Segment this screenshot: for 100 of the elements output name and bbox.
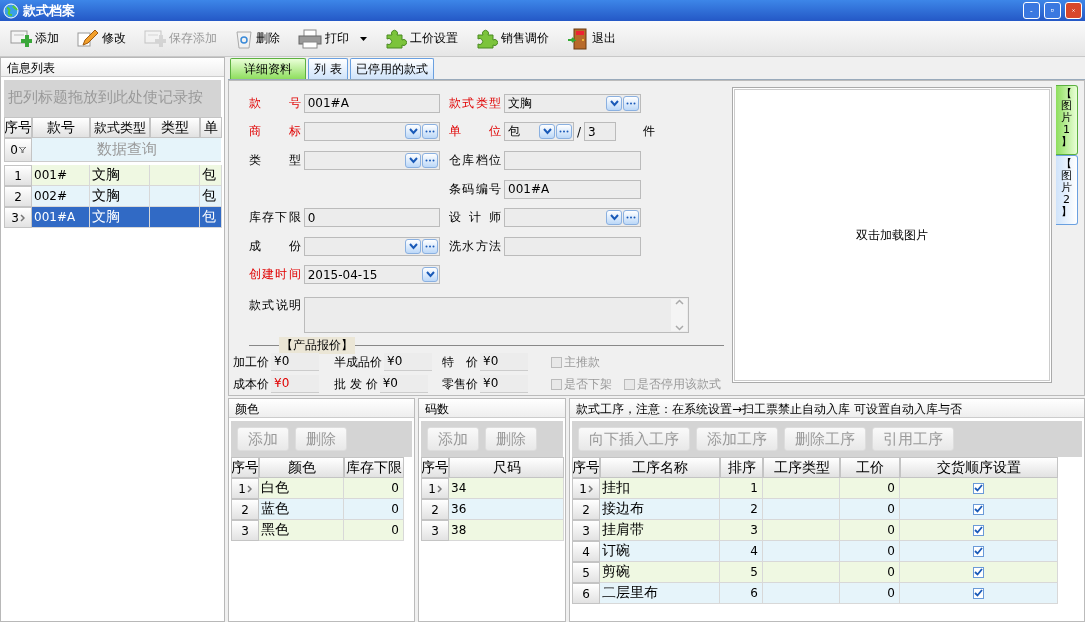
table-cell: 蓝色 (259, 499, 344, 520)
dropdown-field[interactable]: 文胸 (504, 93, 641, 113)
pencil-icon (77, 28, 99, 49)
close-button[interactable] (1065, 2, 1082, 19)
checkbox[interactable] (973, 587, 984, 599)
tab[interactable]: 已停用的款式 (349, 58, 434, 79)
column-header[interactable]: 款式类型 (90, 117, 150, 138)
field-label: 成份 (249, 237, 301, 255)
dropdown-button[interactable] (422, 267, 438, 283)
column-header[interactable]: 工序名称 (600, 457, 720, 478)
toolbar-button[interactable]: 修改 (75, 26, 128, 51)
section-title: 【产品报价】 (279, 336, 355, 354)
ellipsis-icon (425, 130, 435, 134)
maximize-button[interactable] (1044, 2, 1061, 19)
input-field[interactable]: 0 (303, 208, 440, 228)
dropdown-button[interactable] (606, 210, 622, 226)
column-header[interactable]: 库存下限 (344, 457, 404, 478)
toolbar-button[interactable]: 工价设置 (383, 26, 460, 51)
field-label: 类型 (249, 151, 301, 169)
field-label: 条码编号 (449, 180, 501, 198)
row-header: 0 (4, 138, 32, 162)
input-field[interactable] (504, 236, 641, 256)
tab[interactable]: 列 表 (308, 58, 348, 79)
tab[interactable]: 详细资料 (230, 58, 306, 79)
dropdown-field[interactable] (303, 236, 440, 256)
row-header: 2 (4, 186, 32, 207)
table-cell: 文胸 (90, 207, 150, 228)
column-header[interactable]: 排序 (720, 457, 763, 478)
column-header[interactable]: 颜色 (259, 457, 344, 478)
checkbox[interactable] (973, 566, 984, 578)
dropdown-field[interactable] (504, 208, 641, 228)
column-header[interactable]: 序号 (4, 117, 32, 138)
dropdown-button[interactable] (539, 124, 555, 140)
input-field[interactable]: 001#A (303, 93, 440, 113)
checkbox[interactable] (973, 524, 984, 536)
dropdown-field[interactable] (303, 122, 440, 142)
puzzle-icon (476, 28, 498, 49)
column-header[interactable]: 工序类型 (763, 457, 840, 478)
column-header[interactable]: 单 (200, 117, 222, 138)
input-field[interactable]: ¥0 (480, 375, 528, 394)
column-header[interactable]: 序号 (231, 457, 259, 478)
input-field[interactable]: ¥0 (384, 353, 432, 372)
table-cell: 包 (200, 186, 222, 207)
puzzle-icon (385, 28, 407, 49)
table-cell: 挂扣 (600, 478, 720, 499)
field-label: 仓库档位 (449, 151, 501, 169)
toolbar-button[interactable]: 打印 (296, 26, 369, 51)
input-field[interactable]: ¥0 (271, 353, 319, 372)
field-label: 洗水方法 (449, 237, 501, 255)
checkbox[interactable] (973, 545, 984, 557)
dropdown-button[interactable] (606, 95, 622, 111)
table-cell: 3 (720, 520, 763, 541)
column-header[interactable]: 交货顺序设置 (900, 457, 1058, 478)
input-field[interactable] (504, 150, 641, 170)
panel-title: 码数 (419, 399, 565, 418)
toolbar-button[interactable]: 添加 (8, 26, 61, 51)
table-cell: 二层里布 (600, 583, 720, 604)
side-tab[interactable]: 【图片2】 (1056, 155, 1078, 225)
dropdown-button[interactable] (405, 124, 421, 140)
table-cell: 001# (32, 165, 90, 186)
table-cell: 1 (720, 478, 763, 499)
column-header[interactable]: 类型 (150, 117, 200, 138)
column-header[interactable]: 尺码 (449, 457, 564, 478)
column-header[interactable]: 款号 (32, 117, 90, 138)
side-tab[interactable]: 【图片1】 (1056, 85, 1078, 155)
toolbar-button[interactable]: 删除 (233, 26, 282, 51)
check-icon (974, 547, 983, 555)
table-cell: 订碗 (600, 541, 720, 562)
field-label: 设计师 (449, 209, 501, 227)
input-field[interactable]: ¥0 (480, 353, 528, 372)
table-cell: 文胸 (90, 186, 150, 207)
dropdown-field[interactable]: 2015-04-15 (303, 265, 440, 285)
toolbar-button[interactable]: 销售调价 (474, 26, 551, 51)
dropdown-button[interactable] (405, 238, 421, 254)
input-field[interactable]: 3 (584, 122, 617, 142)
door-icon (567, 27, 589, 50)
minimize-button[interactable] (1023, 2, 1040, 19)
field-label: 款式说明 (249, 297, 301, 315)
input-field[interactable]: ¥0 (271, 375, 319, 394)
column-header[interactable]: 工价 (840, 457, 900, 478)
input-field[interactable]: ¥0 (379, 375, 428, 394)
toolbar-button[interactable]: 退出 (565, 25, 618, 52)
dropdown-field[interactable]: 包 (504, 122, 574, 142)
column-header[interactable]: 序号 (421, 457, 449, 478)
column-header[interactable]: 序号 (572, 457, 600, 478)
field-label: 零售价 (442, 375, 478, 393)
table-cell: 0 (840, 562, 900, 583)
group-by-area: 把列标题拖放到此处使记录按 (4, 80, 221, 117)
checkbox[interactable] (973, 482, 984, 494)
panel-title: 款式工序，注意：在系统设置→扫工票禁止自动入库 可设置自动入库与否 (570, 399, 1084, 418)
chevron-down-icon (609, 214, 619, 222)
dropdown-button[interactable] (405, 152, 421, 168)
input-field[interactable]: 001#A (504, 179, 641, 199)
table-cell: 36 (449, 499, 564, 520)
chevron-down-icon (542, 128, 552, 136)
dropdown-field[interactable] (303, 150, 440, 170)
field-label: 款号 (249, 94, 301, 112)
row-header: 4 (572, 541, 600, 562)
checkbox[interactable] (973, 503, 984, 515)
scroll-up-icon (674, 299, 684, 306)
